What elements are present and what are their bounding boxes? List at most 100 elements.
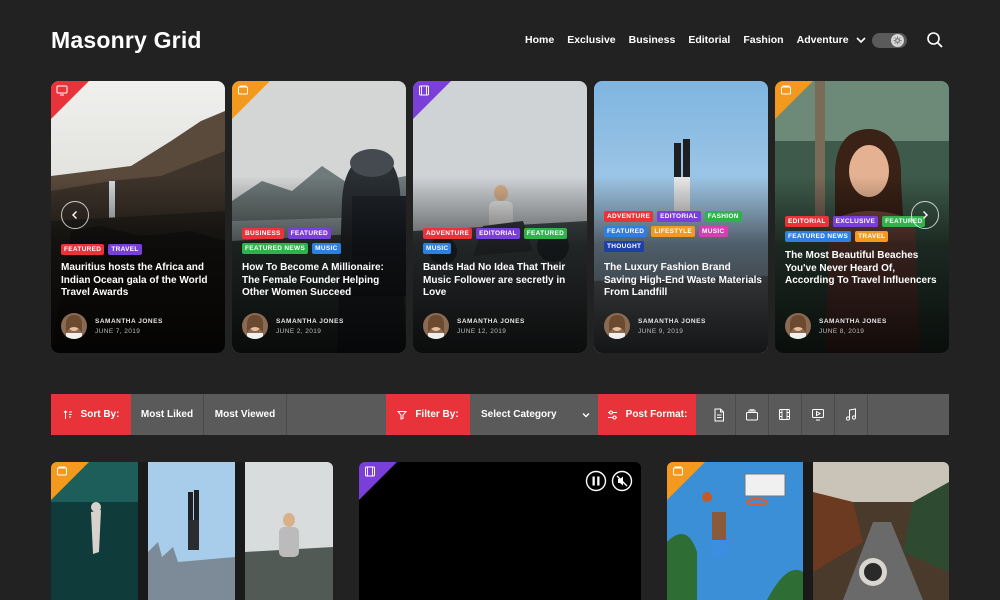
hero-card[interactable]: BUSINESS FEATURED FEATURED NEWS MUSIC Ho…: [232, 81, 406, 353]
tag[interactable]: THOUGHT: [604, 241, 645, 252]
standard-icon: [57, 466, 67, 476]
document-icon: [714, 408, 724, 421]
video-post-card[interactable]: [359, 462, 641, 600]
tag[interactable]: TRAVEL: [108, 244, 142, 255]
crowd-lift-photo: [245, 462, 333, 600]
post-date: JUNE 2, 2019: [276, 327, 322, 335]
category-select[interactable]: Select Category: [481, 394, 591, 435]
nav-item-editorial[interactable]: Editorial: [688, 34, 730, 46]
hero-slider: FEATURED TRAVEL Mauritius hosts the Afri…: [51, 81, 949, 353]
tag[interactable]: FEATURED: [604, 226, 648, 237]
search-icon[interactable]: [926, 31, 944, 49]
sliders-icon: [607, 410, 617, 419]
tag[interactable]: LIFESTYLE: [651, 226, 696, 237]
post-title[interactable]: The Most Beautiful Beaches You've Never …: [785, 250, 943, 288]
sort-most-liked[interactable]: Most Liked: [131, 394, 204, 435]
slideshow-icon: [811, 409, 824, 421]
road-trip-photo: [813, 462, 949, 600]
sun-icon: [891, 34, 904, 47]
standard-icon: [781, 85, 791, 95]
author-name[interactable]: SAMANTHA JONES: [457, 318, 525, 325]
post-meta: SAMANTHA JONES JUNE 8, 2019: [785, 313, 887, 339]
filter-by-label: Filter By:: [386, 394, 470, 435]
post-title[interactable]: Mauritius hosts the Africa and Indian Oc…: [61, 262, 219, 300]
chevron-down-icon: [855, 37, 866, 44]
tag-list: FEATURED TRAVEL: [61, 244, 217, 255]
post-date: JUNE 7, 2019: [95, 327, 141, 335]
sort-icon: [63, 409, 72, 419]
nav-item-business[interactable]: Business: [629, 34, 676, 46]
tag[interactable]: MUSIC: [312, 243, 341, 254]
tag[interactable]: FEATURED: [287, 228, 331, 239]
tag[interactable]: EDITORIAL: [657, 211, 701, 222]
tag-list: ADVENTURE EDITORIAL FASHION FEATURED LIF…: [604, 211, 760, 252]
author-name[interactable]: SAMANTHA JONES: [276, 318, 344, 325]
post-date: JUNE 12, 2019: [457, 327, 507, 335]
post-date: JUNE 8, 2019: [819, 327, 865, 335]
tag[interactable]: FASHION: [704, 211, 742, 222]
video-icon: [365, 466, 375, 477]
gallery-icon: [745, 408, 758, 420]
slider-prev-button[interactable]: [61, 201, 89, 229]
tag[interactable]: ADVENTURE: [604, 211, 654, 222]
standard-icon: [673, 466, 683, 476]
tag[interactable]: EXCLUSIVE: [832, 216, 879, 227]
pause-icon[interactable]: [585, 470, 607, 492]
tag[interactable]: EDITORIAL: [476, 228, 520, 239]
tag[interactable]: ADVENTURE: [423, 228, 473, 239]
author-name[interactable]: SAMANTHA JONES: [95, 318, 163, 325]
post-format-label: Post Format:: [598, 394, 696, 435]
sort-by-label: Sort By:: [51, 394, 131, 435]
hero-card[interactable]: ADVENTURE EDITORIAL FASHION FEATURED LIF…: [594, 81, 768, 353]
gallery-post-card[interactable]: [51, 462, 333, 600]
nav-item-adventure[interactable]: Adventure: [797, 34, 867, 46]
post-meta: SAMANTHA JONES JUNE 9, 2019: [604, 313, 706, 339]
nav-item-home[interactable]: Home: [525, 34, 554, 46]
tag[interactable]: FEATURED NEWS: [242, 243, 309, 254]
tag[interactable]: MUSIC: [423, 243, 452, 254]
site-header: Masonry Grid Home Exclusive Business Edi…: [0, 0, 1000, 80]
tag[interactable]: FEATURED NEWS: [785, 231, 852, 242]
format-audio-button[interactable]: [834, 394, 868, 435]
format-standard-button[interactable]: [702, 394, 736, 435]
avatar[interactable]: [61, 313, 87, 339]
tag[interactable]: MUSIC: [699, 226, 728, 237]
nav-item-adventure-label: Adventure: [796, 34, 849, 46]
dark-mode-toggle[interactable]: [872, 33, 907, 48]
author-name[interactable]: SAMANTHA JONES: [819, 318, 887, 325]
filter-bar: Sort By: Most Liked Most Viewed Filter B…: [51, 394, 949, 435]
sort-by-text: Sort By:: [80, 409, 120, 420]
avatar[interactable]: [423, 313, 449, 339]
site-logo[interactable]: Masonry Grid: [51, 27, 202, 54]
hero-card[interactable]: ADVENTURE EDITORIAL FEATURED MUSIC Bands…: [413, 81, 587, 353]
tag[interactable]: FEATURED: [61, 244, 105, 255]
avatar[interactable]: [785, 313, 811, 339]
avatar[interactable]: [604, 313, 630, 339]
nav-item-fashion[interactable]: Fashion: [743, 34, 783, 46]
format-video-button[interactable]: [768, 394, 802, 435]
tag-list: ADVENTURE EDITORIAL FEATURED MUSIC: [423, 228, 579, 254]
post-format-text: Post Format:: [625, 409, 688, 420]
tag[interactable]: FEATURED: [523, 228, 568, 239]
post-title[interactable]: How To Become A Millionaire: The Female …: [242, 262, 400, 300]
format-gallery-button[interactable]: [735, 394, 769, 435]
tag[interactable]: TRAVEL: [855, 231, 889, 242]
tag[interactable]: BUSINESS: [242, 228, 284, 239]
slider-next-button[interactable]: [911, 201, 939, 229]
handstand-city-photo: [148, 462, 235, 600]
sort-most-viewed[interactable]: Most Viewed: [204, 394, 287, 435]
standard-icon: [238, 85, 248, 95]
nav-item-exclusive[interactable]: Exclusive: [567, 34, 615, 46]
author-name[interactable]: SAMANTHA JONES: [638, 318, 706, 325]
format-slideshow-button[interactable]: [801, 394, 835, 435]
post-meta: SAMANTHA JONES JUNE 7, 2019: [61, 313, 163, 339]
tag[interactable]: EDITORIAL: [785, 216, 829, 227]
post-title[interactable]: Bands Had No Idea That Their Music Follo…: [423, 262, 581, 300]
mute-icon[interactable]: [611, 470, 633, 492]
post-title[interactable]: The Luxury Fashion Brand Saving High-End…: [604, 262, 762, 300]
avatar[interactable]: [242, 313, 268, 339]
filter-icon: [397, 410, 408, 420]
gallery-post-card[interactable]: [667, 462, 949, 600]
video-icon: [779, 409, 790, 420]
slideshow-icon: [56, 85, 68, 96]
